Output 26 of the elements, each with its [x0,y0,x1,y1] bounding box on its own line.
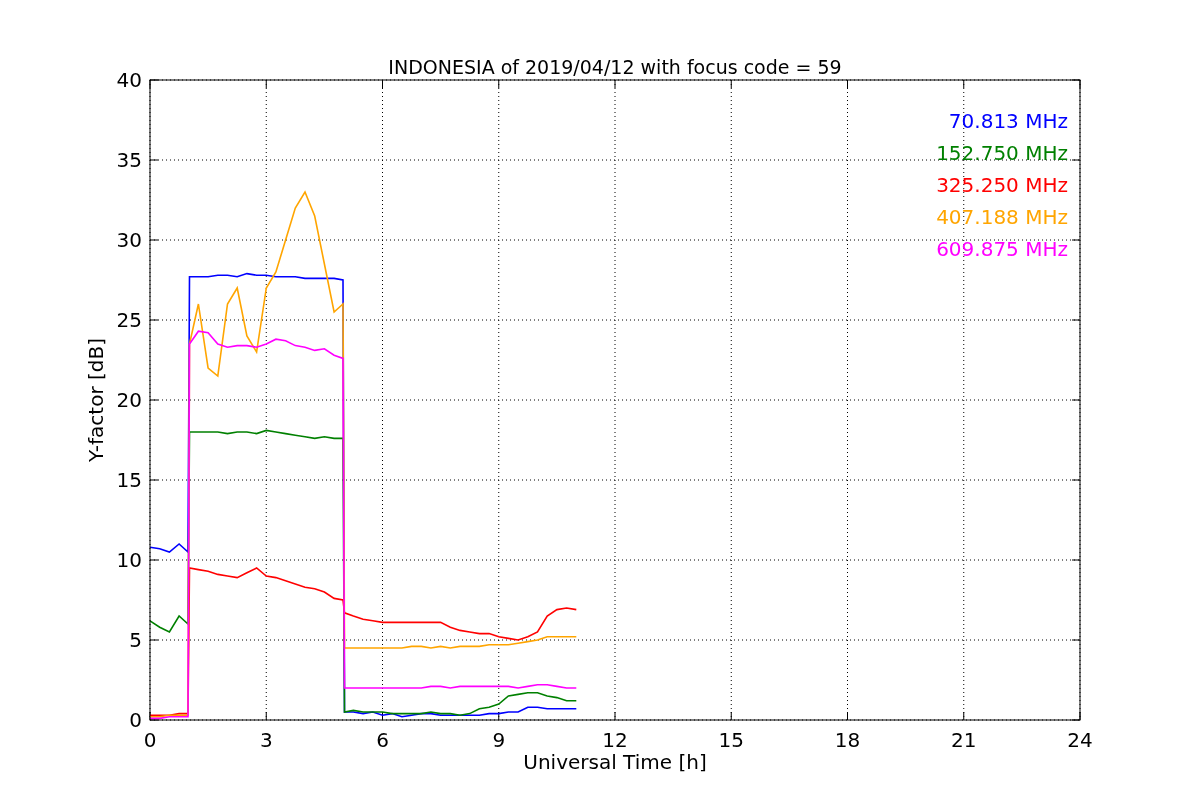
y-tick-label: 10 [116,548,142,572]
legend-label: 325.250 MHz [936,173,1068,197]
y-tick-label: 25 [116,308,142,332]
x-tick-label: 3 [259,728,273,752]
legend-label: 70.813 MHz [948,109,1068,133]
chart-title: INDONESIA of 2019/04/12 with focus code = 59 [388,56,842,78]
x-tick-label: 15 [718,728,744,752]
y-tick-label: 15 [116,468,142,492]
y-tick-label: 0 [129,708,142,732]
legend-label: 609.875 MHz [936,237,1068,261]
y-tick-label: 20 [116,388,142,412]
x-axis-label: Universal Time [h] [523,750,707,774]
legend-label: 152.750 MHz [936,141,1068,165]
legend-label: 407.188 MHz [936,205,1068,229]
y-tick-label: 35 [116,148,142,172]
x-tick-label: 21 [951,728,977,752]
x-tick-label: 6 [376,728,389,752]
x-tick-label: 9 [492,728,506,752]
y-tick-label: 30 [116,228,142,252]
x-tick-label: 12 [602,728,628,752]
y-tick-label: 40 [116,68,142,92]
x-tick-label: 18 [834,728,861,752]
y-axis-label: Y-factor [dB] [84,338,108,462]
y-tick-label: 5 [129,628,142,652]
x-tick-label: 24 [1067,728,1093,752]
x-tick-label: 0 [143,728,157,752]
